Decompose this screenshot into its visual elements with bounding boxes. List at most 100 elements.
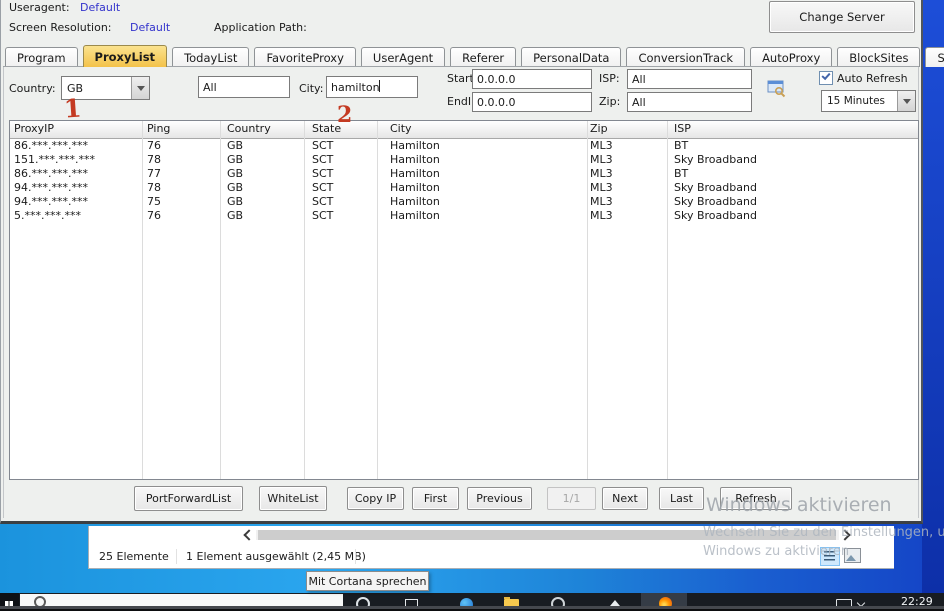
cell-ping: 78 [147,181,161,195]
tab-referer[interactable]: Referer [450,47,516,67]
column-header-zip[interactable]: Zip [590,121,608,137]
tab-autoproxy[interactable]: AutoProxy [750,47,832,67]
tab-program[interactable]: Program [5,47,78,67]
table-row[interactable]: 94.***.***.*** 75 GB SCT Hamilton ML3 Sk… [10,195,918,209]
city-input[interactable]: hamilton [326,76,418,98]
screen-resolution-value-link[interactable]: Default [130,21,170,34]
scroll-right-icon[interactable] [841,529,849,542]
table-row[interactable]: 86.***.***.*** 76 GB SCT Hamilton ML3 BT [10,139,918,153]
thumbnail-view-icon[interactable] [844,548,861,563]
refresh-interval-value: 15 Minutes [822,95,897,107]
scroll-left-icon[interactable] [245,529,253,542]
tab-useragent[interactable]: UserAgent [361,47,445,67]
refresh-button[interactable]: Refresh [720,487,792,510]
cell-city: Hamilton [390,153,440,167]
cell-city: Hamilton [390,181,440,195]
chevron-down-icon[interactable] [897,91,915,111]
startip-input[interactable]: 0.0.0.0 [472,69,592,89]
white-list-button[interactable]: WhiteList [259,486,327,511]
cell-country: GB [227,139,243,153]
last-page-button[interactable]: Last [659,487,704,510]
table-row[interactable]: 86.***.***.*** 77 GB SCT Hamilton ML3 BT [10,167,918,181]
chevron-down-icon[interactable] [131,77,149,99]
port-forward-list-button[interactable]: PortForwardList [134,486,243,511]
refresh-interval-select[interactable]: 15 Minutes [821,90,916,112]
change-server-button[interactable]: Change Server [769,1,915,33]
column-header-ping[interactable]: Ping [147,121,170,137]
cell-isp: BT [674,139,688,153]
first-page-button[interactable]: First [412,487,459,510]
column-header-isp[interactable]: ISP [674,121,691,137]
tab-conversiontrack[interactable]: ConversionTrack [626,47,745,67]
statusbar-divider [355,549,356,564]
cell-state: SCT [312,181,333,195]
tab-todaylist[interactable]: TodayList [172,47,249,67]
cell-country: GB [227,153,243,167]
cortana-tooltip: Mit Cortana sprechen [306,571,429,591]
cell-state: SCT [312,209,333,223]
annotation-mark-1: 1 [63,93,82,123]
previous-page-button[interactable]: Previous [467,487,532,510]
isp-label: ISP: [599,72,620,85]
scrollbar-thumb[interactable] [258,530,836,540]
next-page-button[interactable]: Next [602,487,648,510]
country-label: Country: [9,82,56,95]
page-indicator: 1/1 [547,487,596,510]
isp-input[interactable]: All [627,69,752,89]
tab-strip: Program ProxyList TodayList FavoriteProx… [5,45,944,67]
cell-country: GB [227,195,243,209]
selection-status-text: 1 Element ausgewählt (2,45 MB) [186,550,366,563]
desktop-wallpaper-right [922,0,944,593]
cell-zip: ML3 [590,153,613,167]
cell-city: Hamilton [390,195,440,209]
cell-ping: 76 [147,209,161,223]
endip-input[interactable]: 0.0.0.0 [472,92,592,112]
find-proxy-icon[interactable] [765,79,789,99]
text-caret [379,80,380,92]
cell-zip: ML3 [590,209,613,223]
cell-zip: ML3 [590,139,613,153]
useragent-value-link[interactable]: Default [80,1,120,14]
cell-city: Hamilton [390,209,440,223]
column-header-proxyip[interactable]: ProxyIP [14,121,54,137]
city-label: City: [299,82,323,95]
cell-proxyip: 5.***.***.*** [14,209,81,223]
cell-country: GB [227,181,243,195]
column-header-city[interactable]: City [390,121,412,137]
cell-ping: 78 [147,153,161,167]
cell-state: SCT [312,167,333,181]
cell-state: SCT [312,195,333,209]
cell-isp: Sky Broadband [674,181,757,195]
cell-isp: BT [674,167,688,181]
screen-resolution-label: Screen Resolution: [9,21,112,34]
tab-blocksites[interactable]: BlockSites [837,47,920,67]
panel-border-left [3,66,4,518]
start-button[interactable] [0,593,19,606]
auto-refresh-checkbox[interactable] [819,71,833,85]
copy-ip-button[interactable]: Copy IP [347,487,404,510]
zip-label: Zip: [599,95,620,108]
table-row[interactable]: 151.***.***.*** 78 GB SCT Hamilton ML3 S… [10,153,918,167]
search-icon [34,596,46,606]
table-row[interactable]: 5.***.***.*** 76 GB SCT Hamilton ML3 Sky… [10,209,918,223]
taskbar-search-input[interactable] [20,594,343,606]
region-filter-input[interactable]: All [198,76,290,98]
cell-ping: 75 [147,195,161,209]
taskbar: 22:29 [0,593,944,611]
cell-zip: ML3 [590,195,613,209]
cell-isp: Sky Broadband [674,209,757,223]
proxy-table: ProxyIP Ping Country State City Zip ISP … [9,120,919,480]
zip-input[interactable]: All [627,92,752,112]
details-view-icon[interactable] [820,547,840,566]
tab-favoriteproxy[interactable]: FavoriteProxy [254,47,355,67]
cell-state: SCT [312,153,333,167]
tab-personaldata[interactable]: PersonalData [521,47,621,67]
horizontal-scrollbar[interactable] [256,530,839,540]
proxy-table-header: ProxyIP Ping Country State City Zip ISP [10,121,918,139]
tab-settings[interactable]: Settings [925,47,944,67]
column-header-country[interactable]: Country [227,121,271,137]
tab-proxylist[interactable]: ProxyList [83,45,168,67]
statusbar-divider [176,549,177,564]
table-row[interactable]: 94.***.***.*** 78 GB SCT Hamilton ML3 Sk… [10,181,918,195]
cell-city: Hamilton [390,167,440,181]
